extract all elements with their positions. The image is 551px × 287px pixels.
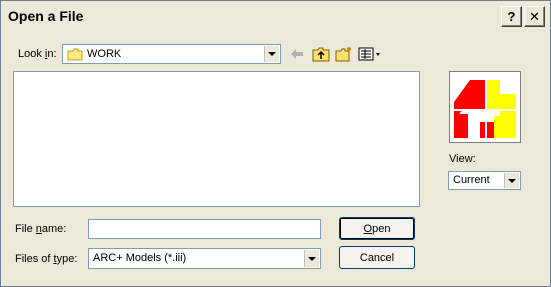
back-button[interactable] bbox=[289, 45, 305, 63]
file-preview bbox=[449, 71, 521, 143]
view-menu-button[interactable] bbox=[357, 45, 383, 63]
chevron-down-icon[interactable] bbox=[264, 46, 279, 62]
open-file-dialog: Open a File ? ✕ Look in: WORK View: Curr… bbox=[0, 0, 551, 287]
files-of-type-value: ARC+ Models (*.iii) bbox=[93, 252, 187, 264]
up-folder-icon bbox=[312, 47, 330, 62]
close-button[interactable]: ✕ bbox=[524, 6, 545, 27]
up-folder-button[interactable] bbox=[311, 45, 331, 63]
file-name-input[interactable] bbox=[88, 219, 321, 239]
close-icon: ✕ bbox=[529, 8, 540, 24]
file-list[interactable] bbox=[13, 71, 420, 207]
view-label: View: bbox=[449, 153, 476, 165]
cancel-button[interactable]: Cancel bbox=[339, 246, 415, 269]
view-menu-icon bbox=[358, 47, 380, 61]
look-in-label: Look in: bbox=[18, 48, 57, 60]
arc-logo-icon bbox=[454, 80, 516, 138]
chevron-down-icon[interactable] bbox=[504, 173, 519, 188]
files-of-type-label: Files of type: bbox=[15, 253, 78, 265]
help-icon: ? bbox=[507, 9, 516, 24]
open-button-label: Open bbox=[363, 222, 391, 235]
new-folder-icon bbox=[335, 47, 351, 62]
folder-icon bbox=[67, 48, 83, 61]
view-dropdown[interactable]: Current bbox=[448, 171, 521, 190]
files-of-type-dropdown[interactable]: ARC+ Models (*.iii) bbox=[88, 248, 321, 269]
file-name-label: File name: bbox=[15, 223, 67, 235]
help-button[interactable]: ? bbox=[501, 6, 522, 27]
open-button[interactable]: Open bbox=[339, 217, 415, 240]
view-value: Current bbox=[453, 174, 490, 186]
look-in-dropdown[interactable]: WORK bbox=[62, 44, 281, 64]
cancel-button-label: Cancel bbox=[359, 251, 395, 264]
title-bar[interactable]: Open a File ? ✕ bbox=[1, 1, 550, 32]
dialog-title: Open a File bbox=[8, 8, 84, 24]
look-in-value: WORK bbox=[87, 48, 122, 60]
back-arrow-icon bbox=[291, 49, 303, 59]
chevron-down-icon[interactable] bbox=[304, 250, 319, 267]
new-folder-button[interactable] bbox=[334, 45, 354, 63]
